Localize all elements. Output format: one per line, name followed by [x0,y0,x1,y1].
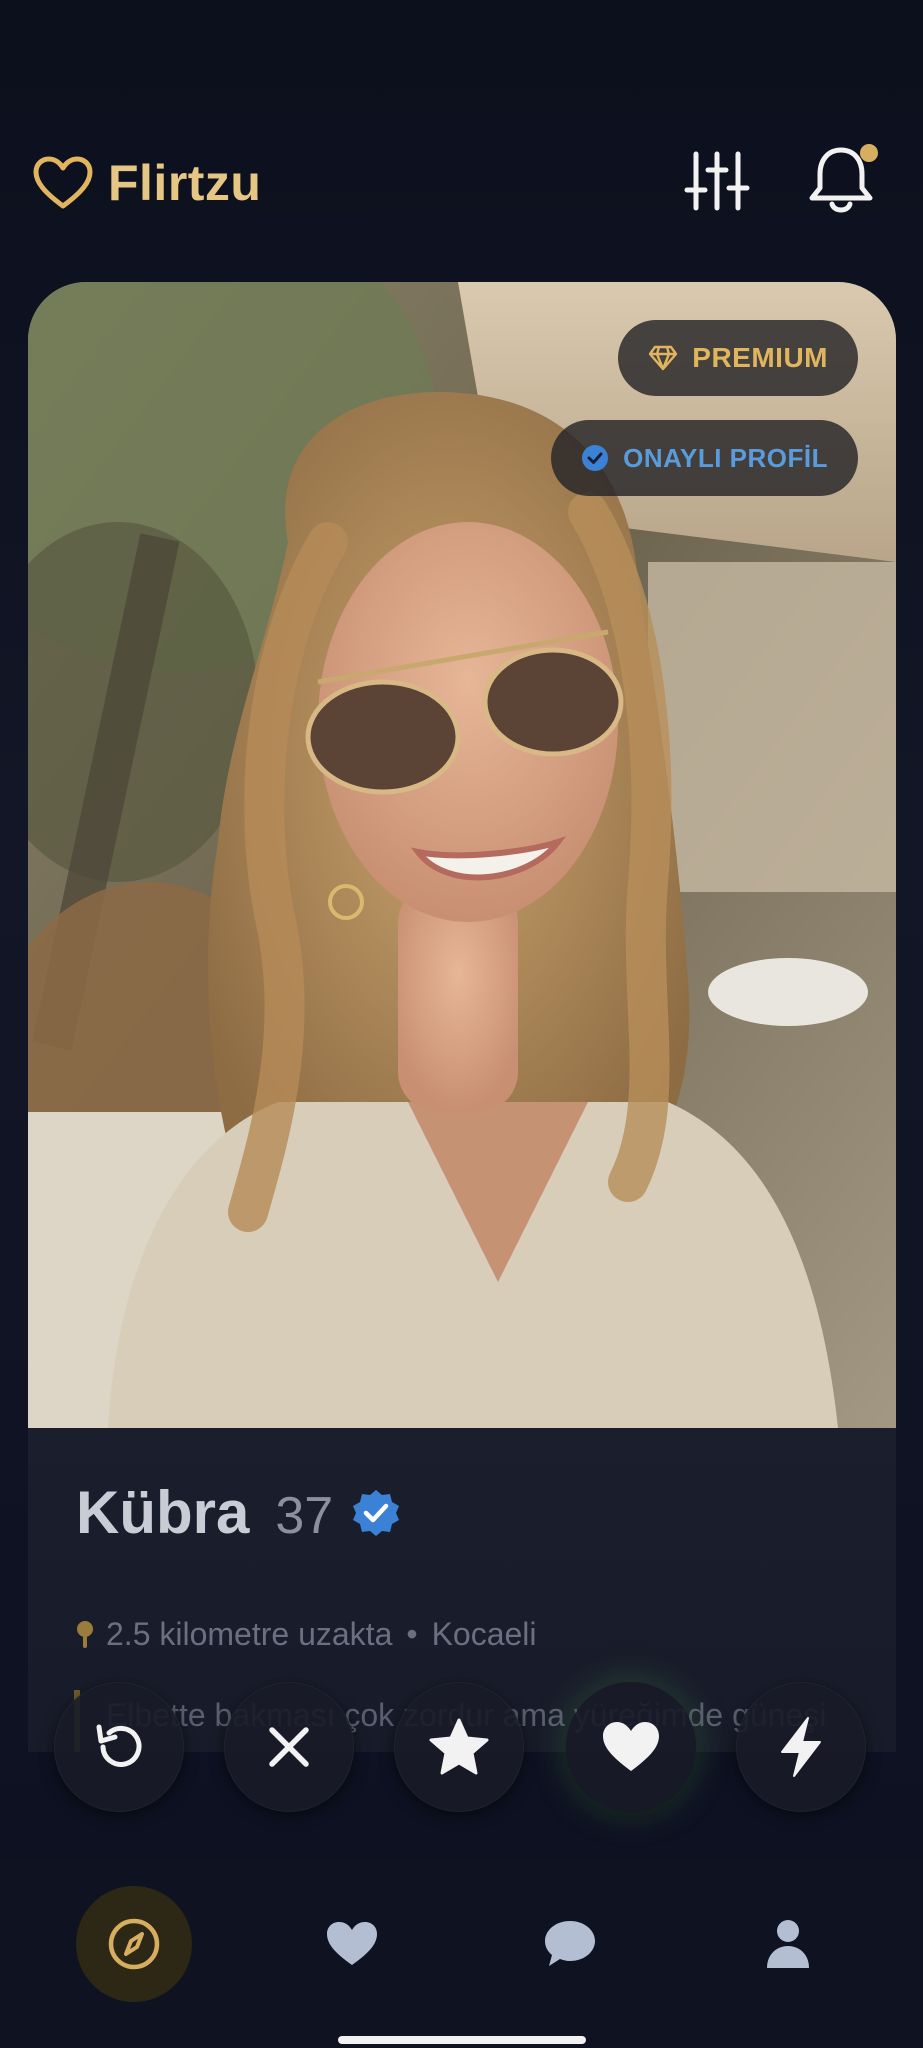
profile-name: Kübra [76,1479,250,1546]
verified-check-icon [582,445,609,471]
nope-button[interactable] [224,1682,354,1812]
nav-profile[interactable] [730,1886,846,2002]
bolt-icon [781,1717,821,1777]
location-separator: • [406,1616,418,1652]
notification-dot [860,144,878,162]
app-name: Flirtzu [108,155,262,211]
compass-icon [108,1918,160,1970]
undo-icon [96,1724,142,1767]
heart-icon [327,1922,377,1965]
distance-text: 2.5 kilometre uzakta [106,1616,393,1652]
profile-age: 37 [275,1487,334,1545]
app-screen: Flirtzu PREMIUM ONAYLI PROFİL Kübra 37 2… [0,0,923,2048]
boost-button[interactable] [736,1682,866,1812]
rewind-button[interactable] [54,1682,184,1812]
verified-profile-badge: ONAYLI PROFİL [551,420,858,496]
top-bar: Flirtzu [0,140,923,230]
location-pin-icon [77,1620,93,1648]
home-indicator [338,2036,586,2044]
like-button[interactable] [566,1682,696,1812]
chat-bubble-icon [545,1921,595,1966]
filter-button[interactable] [682,146,752,216]
nav-likes[interactable] [294,1886,410,2002]
name-age-row: Kübra 37 [76,1478,401,1547]
premium-badge: PREMIUM [618,320,858,396]
verified-badge-icon [353,1489,400,1536]
app-logo: Flirtzu [32,154,261,212]
heart-icon [603,1722,659,1771]
nav-messages[interactable] [512,1886,628,2002]
sliders-icon [684,151,750,211]
swipe-actions [0,1682,923,1812]
verified-label: ONAYLI PROFİL [623,442,828,473]
close-icon [269,1727,309,1767]
star-icon [429,1718,489,1775]
profile-card[interactable]: PREMIUM ONAYLI PROFİL Kübra 37 2.5 kilom… [28,282,896,1752]
super-like-button[interactable] [394,1682,524,1812]
user-icon [767,1920,809,1968]
diamond-icon [649,345,678,371]
premium-label: PREMIUM [692,342,828,373]
city-text: Kocaeli [431,1616,537,1652]
bottom-nav [0,1860,923,2048]
nav-discover[interactable] [76,1886,192,2002]
heart-outline-icon [33,156,93,209]
location-row: 2.5 kilometre uzakta • Kocaeli [74,1616,537,1653]
